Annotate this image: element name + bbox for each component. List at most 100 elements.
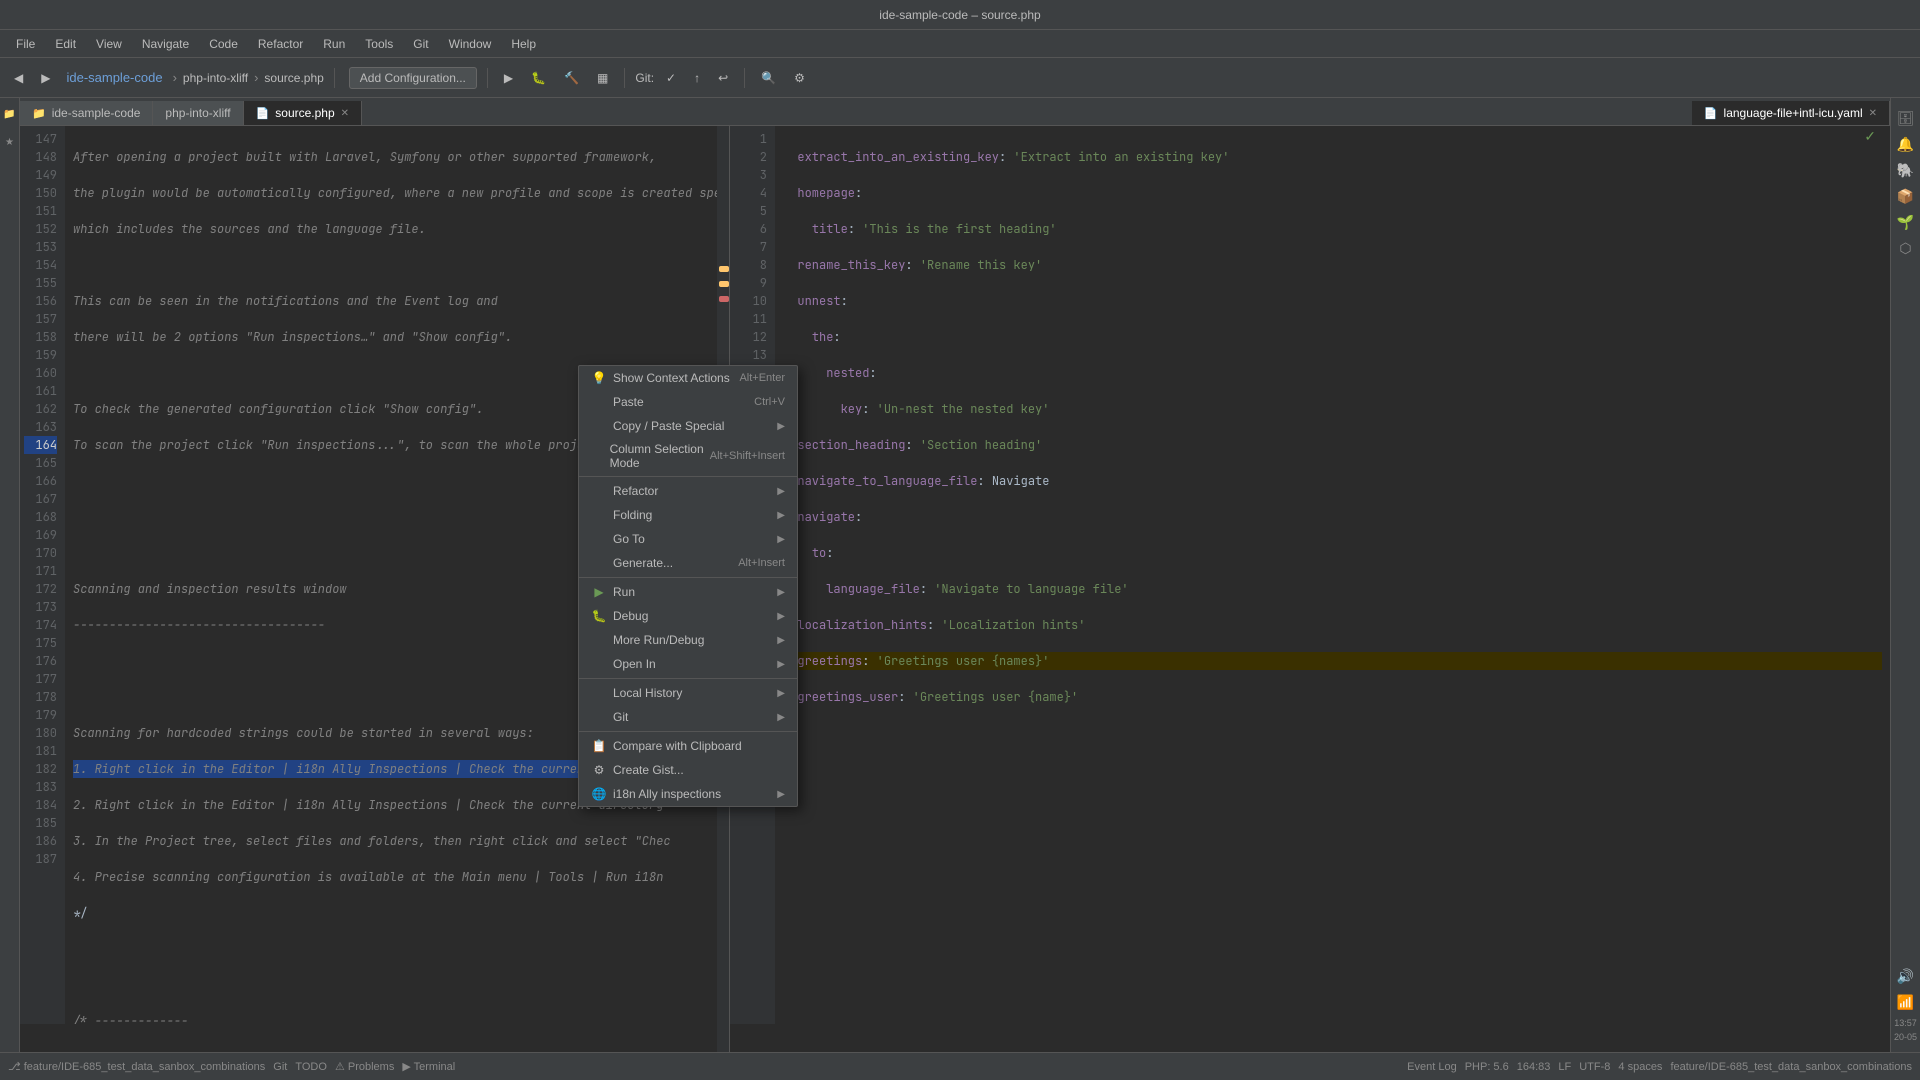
notifications-icon[interactable]: 🔔 bbox=[1894, 132, 1918, 156]
left-tool-sidebar: 📁 ★ bbox=[0, 98, 20, 1052]
menu-window[interactable]: Window bbox=[441, 35, 500, 53]
build-btn[interactable]: 🔨 bbox=[558, 69, 585, 87]
menu-navigate[interactable]: Navigate bbox=[134, 35, 197, 53]
settings-btn[interactable]: ⚙ bbox=[788, 69, 811, 87]
bottom-tab-terminal[interactable]: ▶ Terminal bbox=[402, 1060, 455, 1073]
yaml-code-area[interactable]: 1234 5678 9101112 1314 15 1617 extract_i… bbox=[730, 126, 1890, 1024]
title-text: ide-sample-code – source.php bbox=[879, 8, 1040, 22]
tab-icon: 📄 bbox=[256, 107, 270, 120]
menu-tools[interactable]: Tools bbox=[357, 35, 401, 53]
breadcrumb-phpintoxliff[interactable]: php-into-xliff bbox=[183, 71, 248, 85]
menu-edit[interactable]: Edit bbox=[47, 35, 84, 53]
encoding[interactable]: UTF-8 bbox=[1579, 1061, 1610, 1073]
ctx-show-context-actions[interactable]: 💡 Show Context Actions Alt+Enter bbox=[579, 366, 797, 390]
submenu-arrow-icon: ▶ bbox=[777, 510, 785, 521]
yaml-code-content[interactable]: extract_into_an_existing_key: 'Extract i… bbox=[775, 126, 1890, 1024]
git-rollback-btn[interactable]: ↩ bbox=[712, 69, 734, 87]
maven-icon[interactable]: 📦 bbox=[1894, 184, 1918, 208]
ctx-run[interactable]: ▶ Run ▶ bbox=[579, 580, 797, 604]
add-configuration-button[interactable]: Add Configuration... bbox=[349, 67, 477, 89]
tab-label: ide-sample-code bbox=[52, 106, 141, 120]
ctx-column-selection[interactable]: Column Selection Mode Alt+Shift+Insert bbox=[579, 438, 797, 474]
coverage-btn[interactable]: ▦ bbox=[591, 69, 614, 87]
line-numbers-left: 147148149150 151152153154 155156157158 1… bbox=[20, 126, 65, 1024]
ctx-create-gist[interactable]: ⚙ Create Gist... bbox=[579, 758, 797, 782]
ctx-copy-paste-special[interactable]: Copy / Paste Special ▶ bbox=[579, 414, 797, 438]
ctx-generate[interactable]: Generate... Alt+Insert bbox=[579, 551, 797, 575]
menu-code[interactable]: Code bbox=[201, 35, 246, 53]
spring-icon[interactable]: 🌱 bbox=[1894, 210, 1918, 234]
run-btn[interactable]: ▶ bbox=[498, 69, 519, 87]
gradle-icon[interactable]: 🐘 bbox=[1894, 158, 1918, 182]
endpoints-icon[interactable]: ⬡ bbox=[1894, 236, 1918, 260]
tab-php-into-xliff[interactable]: php-into-xliff bbox=[153, 101, 243, 125]
right-tool-sidebar: 🗄 🔔 🐘 📦 🌱 ⬡ 🔊 📶 13:5720-05 bbox=[1890, 98, 1920, 1052]
event-log-btn[interactable]: Event Log bbox=[1407, 1061, 1457, 1073]
ctx-shortcut: Alt+Enter bbox=[739, 372, 785, 384]
database-icon[interactable]: 🗄 bbox=[1894, 106, 1918, 130]
ctx-git[interactable]: Git ▶ bbox=[579, 705, 797, 729]
php-version[interactable]: PHP: 5.6 bbox=[1465, 1061, 1509, 1073]
branch-name-bottom[interactable]: feature/IDE-685_test_data_sanbox_combina… bbox=[1670, 1061, 1912, 1073]
wifi-icon[interactable]: 📶 bbox=[1894, 990, 1918, 1014]
ctx-label: Generate... bbox=[613, 556, 673, 570]
menu-git[interactable]: Git bbox=[405, 35, 436, 53]
menu-refactor[interactable]: Refactor bbox=[250, 35, 311, 53]
git-push-btn[interactable]: ↑ bbox=[688, 69, 706, 87]
ctx-label: Folding bbox=[613, 508, 652, 522]
debug-btn[interactable]: 🐛 bbox=[525, 69, 552, 87]
menu-view[interactable]: View bbox=[88, 35, 130, 53]
back-btn[interactable]: ◀ bbox=[8, 69, 29, 87]
ctx-local-history[interactable]: Local History ▶ bbox=[579, 681, 797, 705]
ctx-folding[interactable]: Folding ▶ bbox=[579, 503, 797, 527]
ctx-compare-clipboard[interactable]: 📋 Compare with Clipboard bbox=[579, 734, 797, 758]
ctx-sep3 bbox=[579, 678, 797, 679]
indentation[interactable]: 4 spaces bbox=[1618, 1061, 1662, 1073]
cursor-position[interactable]: 164:83 bbox=[1517, 1061, 1551, 1073]
folding-icon bbox=[591, 507, 607, 523]
column-icon bbox=[591, 448, 604, 464]
bottom-tab-problems[interactable]: ⚠ Problems bbox=[335, 1060, 394, 1073]
yaml-icon: 📄 bbox=[1704, 107, 1718, 120]
toolbar-sep3 bbox=[624, 68, 625, 88]
bottom-tab-todo[interactable]: TODO bbox=[295, 1061, 327, 1073]
git-branch-status[interactable]: ⎇ feature/IDE-685_test_data_sanbox_combi… bbox=[8, 1060, 265, 1073]
search-everywhere-btn[interactable]: 🔍 bbox=[755, 69, 782, 87]
ctx-more-run-debug[interactable]: More Run/Debug ▶ bbox=[579, 628, 797, 652]
forward-btn[interactable]: ▶ bbox=[35, 69, 56, 87]
submenu-arrow-icon: ▶ bbox=[777, 712, 785, 723]
volume-icon[interactable]: 🔊 bbox=[1894, 964, 1918, 988]
tab-language-file[interactable]: 📄 language-file+intl-icu.yaml ✕ bbox=[1692, 101, 1890, 125]
tab-close-icon[interactable]: ✕ bbox=[341, 108, 349, 119]
status-left: ⎇ feature/IDE-685_test_data_sanbox_combi… bbox=[8, 1060, 455, 1073]
ctx-shortcut: Alt+Insert bbox=[738, 557, 785, 569]
ctx-paste[interactable]: Paste Ctrl+V bbox=[579, 390, 797, 414]
git-update-btn[interactable]: ✓ bbox=[660, 69, 682, 87]
ctx-i18n-inspections[interactable]: 🌐 i18n Ally inspections ▶ bbox=[579, 782, 797, 806]
menu-file[interactable]: File bbox=[8, 35, 43, 53]
ctx-sep2 bbox=[579, 577, 797, 578]
ctx-label: Create Gist... bbox=[613, 763, 684, 777]
status-bar: ⎇ feature/IDE-685_test_data_sanbox_combi… bbox=[0, 1052, 1920, 1080]
favorites-icon[interactable]: ★ bbox=[0, 130, 22, 154]
menu-help[interactable]: Help bbox=[503, 35, 544, 53]
menu-run[interactable]: Run bbox=[315, 35, 353, 53]
tab-close-yaml-icon[interactable]: ✕ bbox=[1869, 108, 1877, 119]
line-ending[interactable]: LF bbox=[1558, 1061, 1571, 1073]
tab-source-php[interactable]: 📄 source.php ✕ bbox=[244, 101, 362, 125]
tab-ide-sample-code[interactable]: 📁 ide-sample-code bbox=[20, 101, 153, 125]
editor-tabs: 📁 ide-sample-code php-into-xliff 📄 sourc… bbox=[20, 98, 1890, 126]
ctx-debug[interactable]: 🐛 Debug ▶ bbox=[579, 604, 797, 628]
ctx-refactor[interactable]: Refactor ▶ bbox=[579, 479, 797, 503]
refactor-icon bbox=[591, 483, 607, 499]
bottom-tab-git[interactable]: Git bbox=[273, 1061, 287, 1073]
tab-label: php-into-xliff bbox=[165, 106, 230, 120]
history-icon bbox=[591, 685, 607, 701]
ctx-sep1 bbox=[579, 476, 797, 477]
submenu-arrow-icon: ▶ bbox=[777, 688, 785, 699]
breadcrumb-sourcephp[interactable]: source.php bbox=[264, 71, 323, 85]
project-tool-icon[interactable]: 📁 bbox=[0, 102, 22, 126]
goto-icon bbox=[591, 531, 607, 547]
ctx-go-to[interactable]: Go To ▶ bbox=[579, 527, 797, 551]
ctx-open-in[interactable]: Open In ▶ bbox=[579, 652, 797, 676]
